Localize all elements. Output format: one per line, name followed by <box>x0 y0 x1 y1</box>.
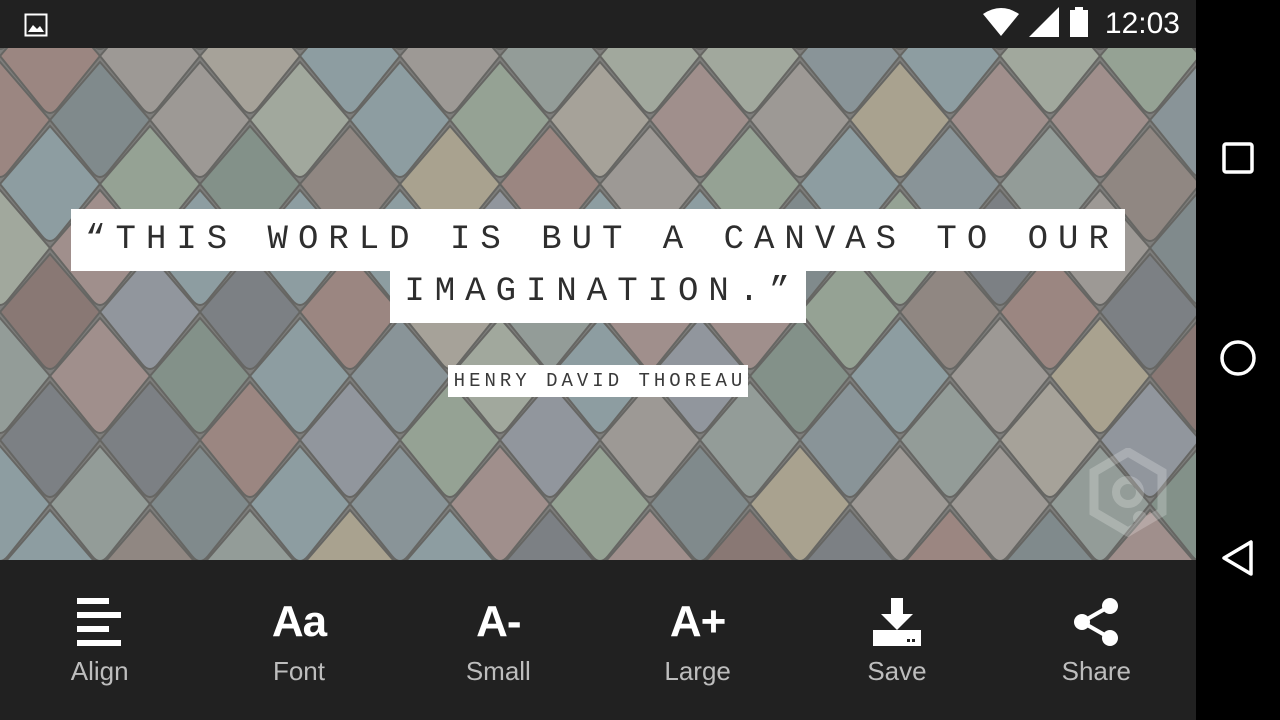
font-label: Font <box>272 656 325 686</box>
large-glyph: A+ <box>669 597 726 646</box>
share-label: Share <box>1061 656 1131 686</box>
wifi-icon <box>982 7 1019 41</box>
quote-line-2[interactable]: IMAGINATION.” <box>390 261 806 323</box>
small-text-button[interactable]: A- Small <box>399 560 598 720</box>
home-button[interactable] <box>1213 335 1263 385</box>
large-label: Large <box>664 656 731 686</box>
decrease-text-size-icon: A- <box>476 596 521 648</box>
align-label: Align <box>70 656 129 686</box>
download-icon <box>872 596 921 648</box>
status-bar: 12:03 <box>0 0 1196 48</box>
font-icon: Aa <box>271 596 327 648</box>
back-triangle-icon <box>1221 539 1255 581</box>
save-label: Save <box>867 656 927 686</box>
app-logo-watermark-icon <box>1088 446 1168 543</box>
quote-canvas[interactable]: “THIS WORLD IS BUT A CANVAS TO OUR IMAGI… <box>0 48 1196 560</box>
share-icon <box>1072 596 1120 648</box>
status-icons: 12:03 <box>982 0 1180 48</box>
small-glyph: A- <box>476 597 521 646</box>
quote-author[interactable]: HENRY DAVID THOREAU <box>447 365 749 397</box>
save-button[interactable]: Save <box>797 560 996 720</box>
share-button[interactable]: Share <box>997 560 1196 720</box>
cellular-signal-icon <box>1028 6 1059 42</box>
align-left-icon <box>76 596 123 648</box>
gallery-notification-icon <box>24 13 48 42</box>
font-glyph: Aa <box>271 597 327 646</box>
status-time: 12:03 <box>1104 7 1180 40</box>
recents-square-icon <box>1222 141 1254 179</box>
small-label: Small <box>465 656 531 686</box>
increase-text-size-icon: A+ <box>669 596 726 648</box>
recents-button[interactable] <box>1213 135 1263 185</box>
battery-icon <box>1069 6 1089 42</box>
home-circle-icon <box>1219 339 1257 382</box>
font-button[interactable]: Aa Font <box>199 560 398 720</box>
large-text-button[interactable]: A+ Large <box>598 560 797 720</box>
align-button[interactable]: Align <box>0 560 199 720</box>
quote-block[interactable]: “THIS WORLD IS BUT A CANVAS TO OUR IMAGI… <box>0 209 1196 397</box>
navigation-bar <box>1196 0 1280 720</box>
bottom-toolbar: Align Aa Font A- Small A+ Large Save Sha… <box>0 560 1196 720</box>
back-button[interactable] <box>1213 535 1263 585</box>
